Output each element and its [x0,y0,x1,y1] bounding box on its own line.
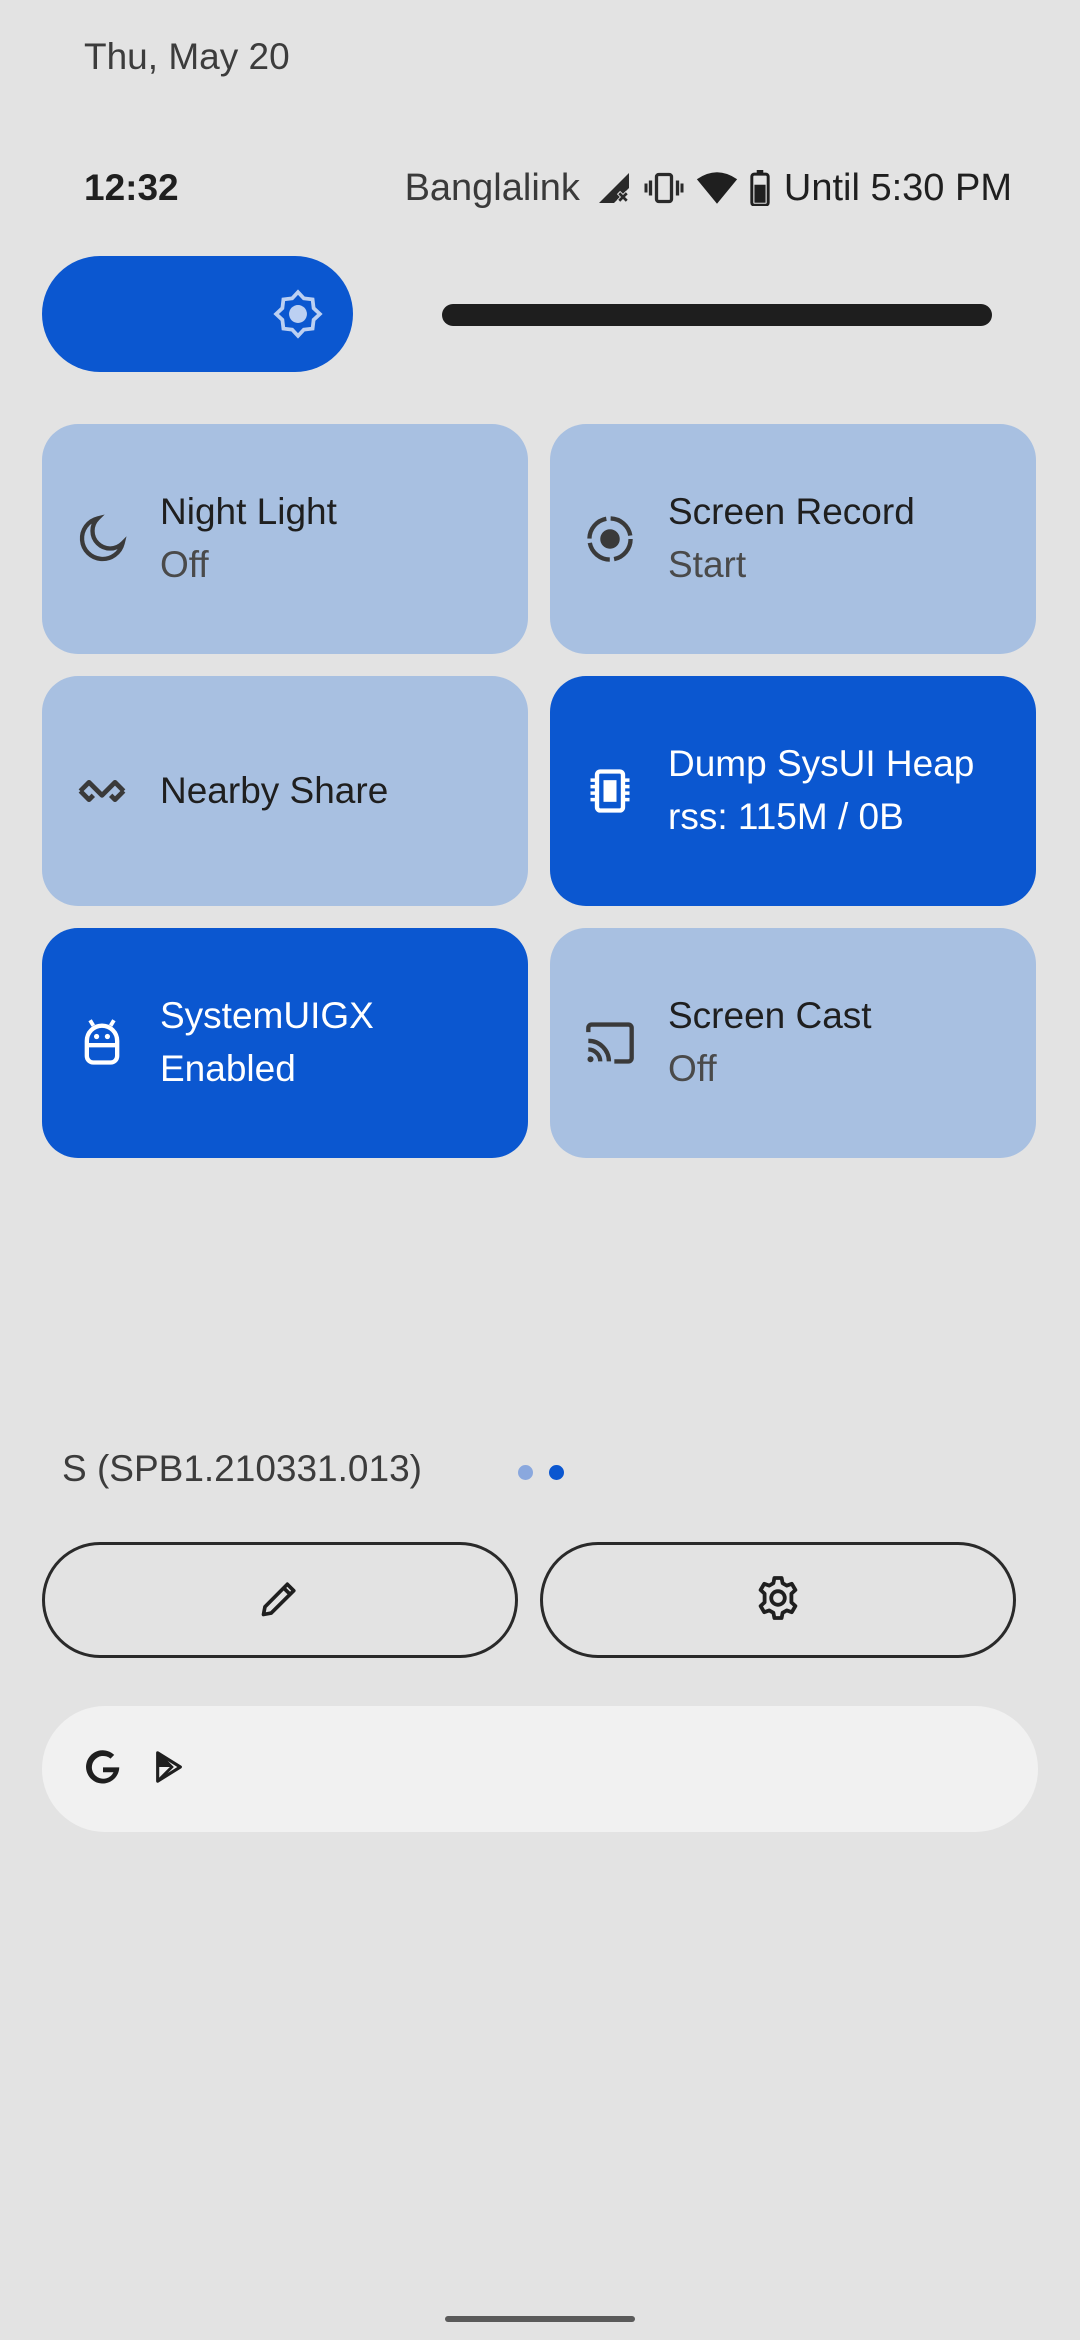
tile-title: Nearby Share [160,770,389,811]
tile-subtitle: rss: 115M / 0B [668,796,904,837]
tile-screen-record[interactable]: Screen Record Start [550,424,1036,654]
tile-night-light[interactable]: Night Light Off [42,424,528,654]
tile-subtitle: Enabled [160,1048,296,1089]
pencil-icon [258,1576,302,1625]
tile-subtitle: Off [160,544,209,585]
clock: 12:32 [84,167,179,208]
tile-dump-sysui-heap[interactable]: Dump SysUI Heap rss: 115M / 0B [550,676,1036,906]
tile-title: Screen Record [668,491,915,532]
settings-button[interactable] [540,1542,1016,1658]
play-store-icon [152,1750,186,1789]
page-indicator [518,1465,564,1480]
android-icon [76,1017,128,1069]
gear-icon [754,1574,802,1627]
build-number: S (SPB1.210331.013) [62,1448,422,1489]
tile-screen-cast[interactable]: Screen Cast Off [550,928,1036,1158]
status-icons: Banglalink Until 5:30 PM [405,167,1012,210]
tile-nearby-share[interactable]: Nearby Share [42,676,528,906]
battery-icon [750,170,770,206]
tile-subtitle: Start [668,544,747,585]
cast-icon [584,1017,636,1069]
wifi-icon [696,170,738,206]
edit-button[interactable] [42,1542,518,1658]
moon-icon [76,513,128,565]
tile-title: Screen Cast [668,995,872,1036]
tile-title: Dump SysUI Heap [668,743,975,784]
page-dot [518,1465,533,1480]
tile-systemuigx[interactable]: SystemUIGX Enabled [42,928,528,1158]
brightness-slider[interactable] [42,256,992,372]
navigation-handle[interactable] [445,2316,635,2322]
nearby-share-icon [76,765,128,817]
search-bar[interactable] [42,1706,1038,1832]
slider-track [442,304,992,326]
tile-subtitle: Off [668,1048,717,1089]
tile-title: SystemUIGX [160,995,374,1036]
vibrate-icon [644,170,684,206]
carrier-name: Banglalink [404,166,580,209]
tile-title: Night Light [160,491,337,532]
signal-off-icon [596,170,632,206]
battery-estimate: Until 5:30 PM [783,166,1012,209]
page-dot-active [549,1465,564,1480]
date-label: Thu, May 20 [84,36,290,77]
google-g-icon [82,1746,124,1793]
brightness-icon [273,289,323,339]
screen-record-icon [584,513,636,565]
memory-chip-icon [584,765,636,817]
status-bar: 12:32 Banglalink Until 5:30 PM [84,160,1012,216]
